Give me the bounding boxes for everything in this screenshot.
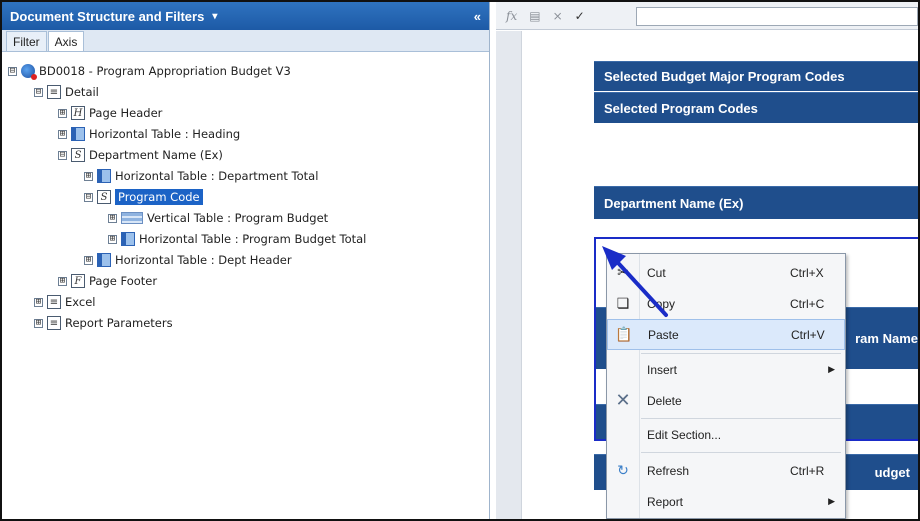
expand-toggle-icon[interactable]: ⊞ [58,108,67,118]
tab-axis[interactable]: Axis [47,31,85,51]
menu-item-refresh[interactable]: ↻ Refresh Ctrl+R [607,455,845,486]
copy-icon: ❏ [616,295,630,311]
panel-tabs: Filter Axis [2,30,489,52]
expand-toggle-icon[interactable]: ⊞ [84,171,93,181]
tree-item-label: Horizontal Table : Dept Header [115,253,292,267]
collapse-panel-icon[interactable]: « [474,9,481,24]
tree-item-label: Vertical Table : Program Budget [147,211,329,225]
menu-item-delete[interactable]: ✕ Delete [607,385,845,416]
document-structure-panel: Document Structure and Filters ▾ « Filte… [2,2,490,519]
expand-toggle-icon[interactable]: ⊞ [34,318,43,328]
collapse-toggle-icon[interactable]: ⊟ [34,87,43,97]
collapse-toggle-icon[interactable]: ⊟ [8,66,17,76]
horizontal-table-icon [97,169,111,183]
context-menu: ✂ Cut Ctrl+X ❏ Copy Ctrl+C 📋 Paste Ctrl+… [606,253,846,519]
band-label: udget [874,465,910,480]
structure-tree: ⊟ BD0018 - Program Appropriation Budget … [2,52,489,330]
panel-menu-dropdown-icon[interactable]: ▾ [212,11,217,22]
cancel-formula-icon[interactable]: × [553,9,563,23]
tree-item-label: Department Name (Ex) [89,148,223,162]
tree-item-report[interactable]: ⊟ BD0018 - Program Appropriation Budget … [8,62,291,80]
panel-header: Document Structure and Filters ▾ « [2,2,489,30]
delete-icon: ✕ [615,390,631,410]
horizontal-table-icon [71,127,85,141]
submenu-arrow-icon: ▶ [828,496,835,506]
expand-toggle-icon[interactable]: ⊞ [108,213,117,223]
tree-item-label: Report Parameters [65,316,173,330]
section-icon [47,295,61,309]
tree-item-label: Page Header [89,106,163,120]
expand-toggle-icon[interactable]: ⊞ [58,129,67,139]
tree-item-dept-header[interactable]: ⊞ Horizontal Table : Dept Header [84,251,292,269]
formula-bar: fx ▤ × ✓ [496,2,918,30]
menu-item-report[interactable]: Report ▶ [607,486,845,517]
section-s-icon: S [97,190,111,204]
tree-item-detail[interactable]: ⊟ Detail [34,83,99,101]
report-ruler-gutter [496,31,522,519]
tree-item-label: BD0018 - Program Appropriation Budget V3 [39,64,291,78]
menu-item-edit-section[interactable]: Edit Section... [607,419,845,450]
tree-item-page-header[interactable]: ⊞ H Page Header [58,104,162,122]
tree-item-program-code[interactable]: ⊟ S Program Code [84,188,203,206]
band-label: Selected Budget Major Program Codes [604,69,845,84]
band-label: ram Name [855,331,918,346]
tree-item-label: Detail [65,85,99,99]
formula-input[interactable] [636,7,918,26]
band-department-name[interactable]: Department Name (Ex) [594,186,918,219]
menu-separator [641,452,841,453]
footer-icon: F [71,274,85,288]
report-icon [21,64,37,80]
expand-toggle-icon[interactable]: ⊞ [84,255,93,265]
tree-item-label: Horizontal Table : Department Total [115,169,319,183]
tree-item-program-budget[interactable]: ⊞ Vertical Table : Program Budget [108,209,328,227]
tree-item-label: Horizontal Table : Heading [89,127,241,141]
menu-item-cut[interactable]: ✂ Cut Ctrl+X [607,257,845,288]
collapse-toggle-icon[interactable]: ⊟ [84,192,93,202]
formula-fx-icon[interactable]: fx [506,9,517,23]
section-s-icon: S [71,148,85,162]
tree-item-page-footer[interactable]: ⊞ F Page Footer [58,272,157,290]
tree-item-label: Excel [65,295,96,309]
paste-icon: 📋 [615,326,633,342]
expand-toggle-icon[interactable]: ⊞ [108,234,117,244]
tree-item-department-total[interactable]: ⊞ Horizontal Table : Department Total [84,167,318,185]
expand-toggle-icon[interactable]: ⊞ [34,297,43,307]
tree-item-label-selected: Program Code [115,189,203,205]
band-selected-budget-major-program-codes[interactable]: Selected Budget Major Program Codes [594,61,918,91]
section-icon [47,316,61,330]
validate-formula-icon[interactable]: ✓ [575,9,585,23]
vertical-table-icon [121,212,143,224]
tree-item-excel[interactable]: ⊞ Excel [34,293,95,311]
band-label: Department Name (Ex) [604,195,744,211]
tree-item-program-budget-total[interactable]: ⊞ Horizontal Table : Program Budget Tota… [108,230,366,248]
submenu-arrow-icon: ▶ [828,364,835,374]
band-selected-program-codes[interactable]: Selected Program Codes [594,92,918,123]
horizontal-table-icon [97,253,111,267]
tree-item-department-name[interactable]: ⊟ S Department Name (Ex) [58,146,223,164]
tree-item-heading-table[interactable]: ⊞ Horizontal Table : Heading [58,125,240,143]
section-icon [47,85,61,99]
tab-filter[interactable]: Filter [6,31,47,51]
tree-item-label: Page Footer [89,274,158,288]
panel-title: Document Structure and Filters [10,8,205,24]
tree-item-label: Horizontal Table : Program Budget Total [139,232,367,246]
refresh-icon: ↻ [617,462,629,478]
collapse-toggle-icon[interactable]: ⊟ [58,150,67,160]
menu-item-insert[interactable]: Insert ▶ [607,354,845,385]
expand-toggle-icon[interactable]: ⊞ [58,276,67,286]
menu-item-copy[interactable]: ❏ Copy Ctrl+C [607,288,845,319]
cut-icon: ✂ [617,264,629,280]
tree-item-report-parameters[interactable]: ⊞ Report Parameters [34,314,173,332]
variable-editor-icon[interactable]: ▤ [529,9,540,23]
horizontal-table-icon [121,232,135,246]
menu-item-paste[interactable]: 📋 Paste Ctrl+V [607,319,845,350]
band-label: Selected Program Codes [604,100,758,116]
header-icon: H [71,106,85,120]
